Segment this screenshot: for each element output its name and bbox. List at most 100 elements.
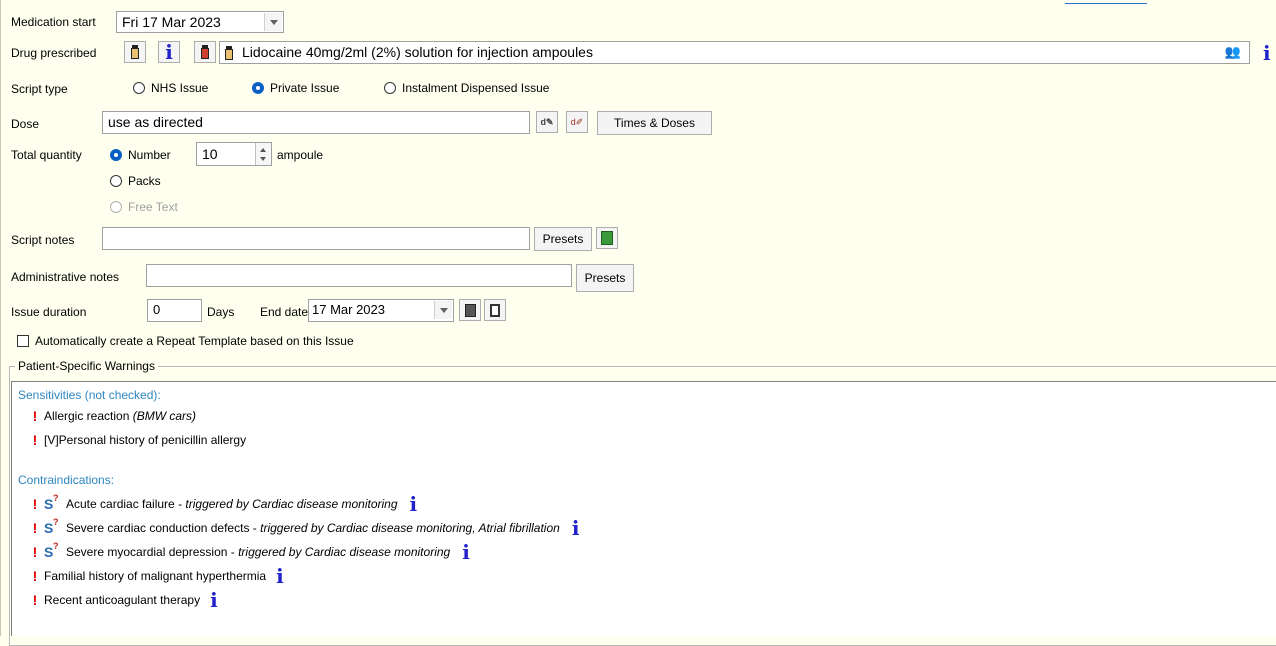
drug-bottle-button[interactable]	[124, 41, 146, 63]
sensitivity-text: Allergic reaction	[44, 409, 130, 423]
warning-icon: !	[32, 520, 38, 536]
dose-pen-button[interactable]: d✐	[566, 111, 588, 133]
warnings-title: Patient-Specific Warnings	[15, 359, 158, 373]
script-type-nhs-radio[interactable]: NHS Issue	[133, 81, 208, 95]
info-icon: i	[165, 40, 173, 64]
sensitivity-item: ! [V]Personal history of penicillin alle…	[32, 432, 246, 448]
dose-edit-button[interactable]: d✎	[536, 111, 558, 133]
checkbox-box	[17, 335, 29, 347]
issue-duration-label: Issue duration	[11, 305, 87, 319]
warning-icon: !	[32, 568, 38, 584]
s-query-icon: S?	[44, 493, 59, 512]
script-type-private-radio[interactable]: Private Issue	[252, 81, 339, 95]
radio-circle-disabled	[110, 201, 122, 213]
times-doses-button[interactable]: Times & Doses	[597, 111, 712, 135]
issue-duration-input[interactable]: 0	[147, 299, 202, 322]
radio-circle	[133, 82, 145, 94]
calculator-icon	[601, 231, 613, 245]
contraindication-detail: triggered by Cardiac disease monitoring,…	[260, 521, 560, 535]
end-date-combo[interactable]: 17 Mar 2023	[308, 299, 454, 322]
info-icon[interactable]: i	[410, 494, 418, 514]
info-icon[interactable]: i	[276, 566, 284, 586]
s-query-icon: S?	[44, 517, 59, 536]
issue-duration-value: 0	[153, 302, 161, 317]
radio-circle-selected	[110, 149, 122, 161]
drug-bottle-icon	[225, 46, 233, 60]
dose-pen-icon: d✐	[570, 116, 584, 127]
chevron-down-icon[interactable]	[264, 13, 282, 31]
medication-start-value: Fri 17 Mar 2023	[122, 14, 221, 30]
dose-input[interactable]: use as directed	[102, 111, 530, 134]
info-icon[interactable]: i	[572, 518, 580, 538]
sensitivity-text: [V]Personal history of penicillin allerg…	[44, 433, 247, 447]
script-notes-label: Script notes	[11, 233, 75, 247]
drug-info-icon[interactable]: i	[1263, 43, 1271, 63]
warning-icon: !	[32, 432, 38, 448]
top-link-underline	[1065, 0, 1147, 4]
calculator-date-button[interactable]	[484, 299, 506, 321]
sensitivities-title: Sensitivities (not checked):	[18, 388, 161, 402]
warning-icon: !	[32, 496, 38, 512]
calculator-button[interactable]	[596, 227, 618, 249]
calculator-icon	[490, 303, 500, 317]
radio-circle	[110, 175, 122, 187]
script-type-label: Script type	[11, 82, 68, 96]
contraindication-item: ! S? Acute cardiac failure - triggered b…	[32, 493, 418, 514]
quantity-number-radio[interactable]: Number	[110, 148, 171, 162]
bottle-icon	[131, 45, 139, 59]
info-icon[interactable]: i	[462, 542, 470, 562]
dose-label: Dose	[11, 117, 40, 131]
quantity-stepper[interactable]	[255, 143, 271, 165]
quantity-free-text-label: Free Text	[128, 200, 178, 214]
medication-start-combo[interactable]: Fri 17 Mar 2023	[116, 11, 284, 33]
script-notes-input[interactable]	[102, 227, 530, 250]
script-type-instalment-radio[interactable]: Instalment Dispensed Issue	[384, 81, 549, 95]
radio-circle	[384, 82, 396, 94]
drug-controlled-button[interactable]	[194, 41, 216, 63]
quantity-packs-radio[interactable]: Packs	[110, 174, 161, 188]
contraindication-item: ! S? Severe cardiac conduction defects -…	[32, 517, 580, 538]
contraindication-sep: -	[249, 521, 261, 535]
contraindication-detail: triggered by Cardiac disease monitoring	[238, 545, 451, 559]
contraindication-text: Acute cardiac failure	[66, 497, 175, 511]
chevron-down-icon[interactable]	[434, 301, 452, 319]
admin-notes-presets-button[interactable]: Presets	[576, 264, 634, 292]
auto-repeat-label: Automatically create a Repeat Template b…	[35, 334, 354, 348]
radio-circle-selected	[252, 82, 264, 94]
quantity-number-label: Number	[128, 148, 171, 162]
drug-info-button[interactable]: i	[158, 41, 180, 63]
calendar-edit-button[interactable]	[459, 299, 481, 321]
contraindication-sep: -	[227, 545, 239, 559]
quantity-number-input[interactable]: 10	[196, 142, 272, 166]
admin-notes-label: Administrative notes	[11, 270, 120, 284]
drug-prescribed-label: Drug prescribed	[11, 46, 97, 60]
warning-icon: !	[32, 408, 38, 424]
total-quantity-label: Total quantity	[11, 148, 82, 162]
contraindication-item: ! Familial history of malignant hyperthe…	[32, 566, 284, 586]
contraindication-text: Severe cardiac conduction defects	[66, 521, 250, 535]
quantity-packs-label: Packs	[128, 174, 161, 188]
controlled-bottle-icon	[201, 45, 209, 59]
warnings-panel: Sensitivities (not checked): ! Allergic …	[11, 381, 1276, 636]
sensitivity-detail: (BMW cars)	[132, 409, 197, 423]
people-search-icon[interactable]: 👥	[1225, 42, 1241, 62]
drug-prescribed-field[interactable]: Lidocaine 40mg/2ml (2%) solution for inj…	[219, 41, 1250, 64]
warning-icon: !	[32, 592, 38, 608]
contraindication-text: Severe myocardial depression	[66, 545, 228, 559]
end-date-value: 17 Mar 2023	[312, 302, 385, 317]
quantity-free-text-radio[interactable]: Free Text	[110, 200, 178, 214]
script-type-instalment-label: Instalment Dispensed Issue	[402, 81, 550, 95]
script-notes-presets-button[interactable]: Presets	[534, 227, 592, 251]
script-type-private-label: Private Issue	[270, 81, 340, 95]
contraindication-detail: triggered by Cardiac disease monitoring	[185, 497, 398, 511]
medication-issue-form: Medication start Fri 17 Mar 2023 Drug pr…	[0, 0, 1276, 646]
s-query-icon: S?	[44, 541, 59, 560]
end-date-label: End date	[260, 305, 309, 319]
admin-notes-input[interactable]	[146, 264, 572, 287]
info-icon[interactable]: i	[210, 590, 218, 610]
medication-start-label: Medication start	[11, 15, 96, 29]
dose-value: use as directed	[108, 114, 203, 130]
drug-prescribed-value: Lidocaine 40mg/2ml (2%) solution for inj…	[242, 44, 593, 60]
contraindication-item: ! Recent anticoagulant therapy i	[32, 590, 218, 610]
auto-repeat-checkbox[interactable]: Automatically create a Repeat Template b…	[17, 334, 354, 348]
